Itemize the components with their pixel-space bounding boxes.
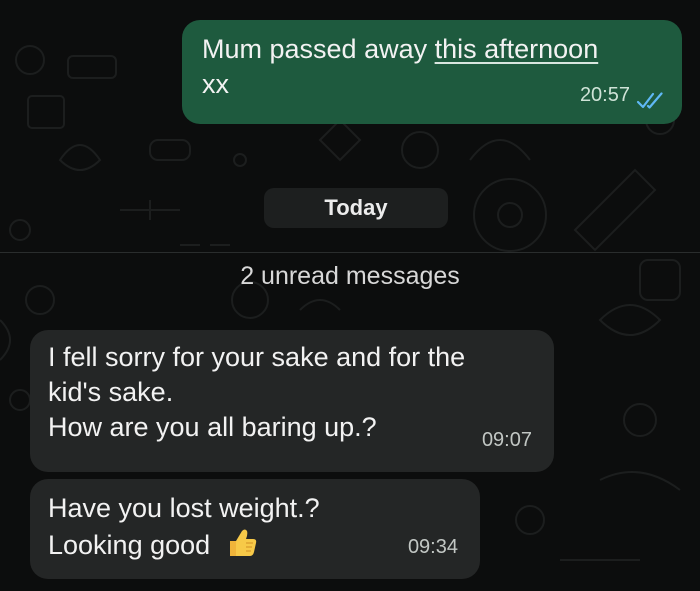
- outgoing-message-bubble[interactable]: Mum passed away this afternoon xx 20:57: [182, 20, 682, 124]
- message-timestamp: 20:57: [579, 84, 630, 106]
- read-double-tick-icon: [636, 92, 663, 109]
- unread-messages-banner: 2 unread messages: [240, 262, 460, 290]
- message-timestamp: 09:34: [407, 536, 458, 558]
- message-link-text[interactable]: this afternoon: [435, 34, 599, 64]
- message-text-line-with-emoji: Looking good: [48, 526, 462, 563]
- unread-divider-line: [0, 252, 700, 253]
- thumbs-up-icon: [229, 529, 256, 556]
- message-timestamp: 09:07: [481, 429, 532, 451]
- message-text-part: Looking good: [48, 530, 211, 560]
- incoming-message-bubble[interactable]: Have you lost weight.? Looking good 09:3…: [30, 479, 480, 579]
- message-text-line: Have you lost weight.?: [48, 493, 320, 523]
- message-text-line: How are you all baring up.?: [48, 412, 377, 442]
- message-text: Mum passed away this afternoon: [202, 32, 664, 67]
- chat-window: Mum passed away this afternoon xx 20:57 …: [0, 0, 700, 591]
- date-separator: Today: [264, 188, 448, 228]
- incoming-message-bubble[interactable]: I fell sorry for your sake and for the k…: [30, 330, 554, 472]
- message-text-part: Mum passed away: [202, 34, 435, 64]
- message-text-line: I fell sorry for your sake and for the: [48, 342, 466, 372]
- message-text-line: kid's sake.: [48, 377, 174, 407]
